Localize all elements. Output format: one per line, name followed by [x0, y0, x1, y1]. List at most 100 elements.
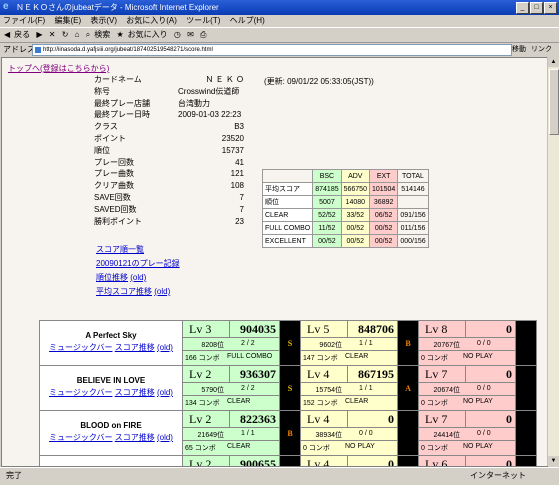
bsc-rank-badge: S — [279, 320, 301, 366]
menu-bar: ファイル(F) 編集(E) 表示(V) お気に入り(A) ツール(T) ヘルプ(… — [0, 15, 559, 28]
stats-cell: CLEAR — [261, 208, 314, 222]
back-button[interactable]: 戻る — [14, 30, 30, 39]
address-input[interactable]: http://iinasoda.d.yafjsiii.org/jubeat/18… — [32, 44, 512, 56]
menu-view[interactable]: 表示(V) — [90, 16, 117, 25]
maximize-button[interactable]: □ — [530, 2, 543, 14]
stop-icon[interactable]: ✕ — [49, 30, 56, 39]
score-value: 0 — [506, 367, 512, 381]
scroll-down-icon[interactable]: ▼ — [548, 456, 559, 466]
links-button[interactable]: リンク — [531, 43, 552, 56]
rank-position: 20674位 — [433, 387, 460, 394]
adv-rank-badge — [397, 410, 419, 456]
level-label: Lv 5 — [307, 322, 330, 336]
score-trend-link[interactable]: スコア推移 — [115, 388, 155, 397]
score-trend-link[interactable]: スコア推移 — [115, 433, 155, 442]
combo-count: 147 コンボ — [303, 355, 338, 362]
scroll-thumb[interactable] — [549, 69, 559, 135]
rank-position: 5790位 — [201, 387, 224, 394]
song-name-cell: A Perfect Sky ミュージックバー スコア推移 (old) — [39, 320, 183, 366]
forward-icon[interactable]: ▶ — [36, 30, 42, 39]
profile-row: クラス B3 — [94, 121, 254, 133]
music-bar-link[interactable]: ミュージックバー — [49, 433, 112, 442]
link-play-record[interactable]: 20090121のプレー記録 — [96, 257, 180, 271]
back-icon[interactable]: ◀ — [4, 30, 10, 39]
stats-cell: 06/52 — [368, 208, 399, 222]
rank-position: 21649位 — [197, 432, 224, 439]
old-link[interactable]: (old) — [157, 388, 173, 397]
score-trend-link[interactable]: スコア推移 — [115, 343, 155, 352]
profile-row: クリア曲数 108 — [94, 180, 254, 192]
minimize-button[interactable]: _ — [516, 2, 529, 14]
play-ratio: 0 / 0 — [477, 340, 491, 347]
old-link[interactable]: (old) — [157, 343, 173, 352]
stats-cell: 874185 — [312, 182, 342, 196]
menu-favorites[interactable]: お気に入り(A) — [126, 16, 177, 25]
profile-value: 41 — [235, 157, 244, 167]
profile-key: プレー回数 — [94, 157, 134, 167]
favorites-icon[interactable]: ★ — [116, 30, 123, 39]
play-ratio: 0 / 0 — [359, 430, 373, 437]
profile-key: SAVE回数 — [94, 192, 131, 202]
music-bar-link[interactable]: ミュージックバー — [49, 343, 112, 352]
link-rank-trend[interactable]: 順位推移 (old) — [96, 271, 180, 285]
top-link[interactable]: トップへ(登録はこちらから) — [8, 63, 109, 74]
profile-key: 最終プレー店舗 — [94, 98, 150, 108]
menu-help[interactable]: ヘルプ(H) — [230, 16, 265, 25]
favorites-button[interactable]: お気に入り — [128, 30, 168, 39]
play-ratio: 0 / 0 — [477, 430, 491, 437]
clear-status: NO PLAY — [463, 353, 493, 360]
profile-key: 最終プレー日時 — [94, 110, 150, 120]
score-value: 904035 — [240, 322, 276, 336]
mail-icon[interactable]: ✉ — [187, 30, 194, 39]
link-score-list[interactable]: スコア順一覧 — [96, 243, 180, 257]
vertical-scrollbar[interactable]: ▲ ▼ — [547, 57, 559, 466]
search-button[interactable]: 検索 — [94, 30, 110, 39]
level-label: Lv 3 — [189, 322, 212, 336]
link-average-trend[interactable]: 平均スコア推移 (old) — [96, 285, 180, 299]
score-value: 900655 — [240, 457, 276, 467]
rank-position: 24414位 — [433, 432, 460, 439]
profile-key: クリア曲数 — [94, 181, 134, 191]
history-icon[interactable]: ◷ — [174, 30, 181, 39]
refresh-icon[interactable]: ↻ — [62, 30, 69, 39]
profile-row: SAVE回数 7 — [94, 192, 254, 204]
stats-cell — [397, 195, 429, 209]
menu-edit[interactable]: 編集(E) — [54, 16, 81, 25]
level-label: Lv 2 — [189, 412, 212, 426]
profile-key: 順位 — [94, 145, 110, 155]
rank-position: 38934位 — [315, 432, 342, 439]
play-ratio: 0 / 0 — [477, 385, 491, 392]
profile-row: プレー曲数 121 — [94, 168, 254, 180]
close-button[interactable]: × — [544, 2, 557, 14]
profile-row: カードネーム Ｎ Ｅ Ｋ Ｏ — [94, 74, 254, 86]
score-value: 867195 — [358, 367, 394, 381]
old-link[interactable]: (old) — [157, 433, 173, 442]
print-icon[interactable]: ⎙ — [200, 30, 206, 39]
level-label: Lv 4 — [307, 367, 330, 381]
profile-value: 23520 — [221, 133, 244, 143]
menu-file[interactable]: ファイル(F) — [3, 16, 45, 25]
level-label: Lv 4 — [307, 457, 330, 467]
ext-score-cell: Lv 6 0 — [418, 455, 516, 466]
music-bar-link[interactable]: ミュージックバー — [49, 388, 112, 397]
go-button[interactable]: 移動 — [512, 43, 526, 56]
score-value: 936307 — [240, 367, 276, 381]
scroll-up-icon[interactable]: ▲ — [548, 57, 559, 67]
adv-rank-badge — [397, 455, 419, 466]
level-label: Lv 4 — [307, 412, 330, 426]
score-value: 0 — [388, 457, 394, 467]
combo-count: 134 コンボ — [185, 400, 220, 407]
home-icon[interactable]: ⌂ — [75, 30, 80, 39]
combo-count: 0 コンボ — [303, 445, 330, 452]
stats-row: EXCELLENT 00/52 00/52 00/52 000/156 — [261, 234, 429, 248]
stats-cell: 00/52 — [312, 234, 342, 248]
stats-cell: 000/156 — [397, 234, 429, 248]
stats-header: BSC — [312, 169, 342, 183]
stats-cell: 00/52 — [340, 234, 370, 248]
stats-cell: 00/52 — [368, 234, 399, 248]
profile-key: プレー曲数 — [94, 169, 134, 179]
profile-key: カードネーム — [94, 75, 142, 84]
menu-tools[interactable]: ツール(T) — [186, 16, 220, 25]
search-icon[interactable]: ⌕ — [86, 30, 90, 39]
profile-row: 順位 15737 — [94, 145, 254, 157]
